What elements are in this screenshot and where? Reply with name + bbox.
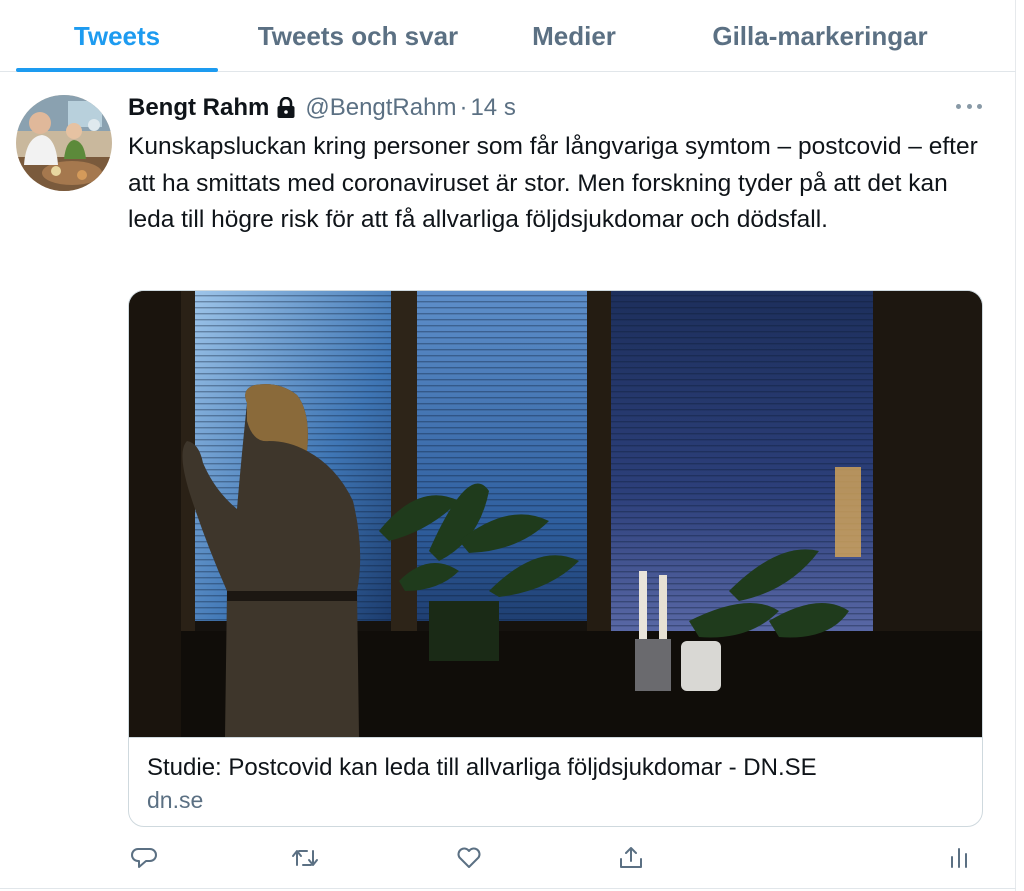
author-handle[interactable]: @BengtRahm — [305, 94, 456, 122]
link-card-image — [129, 291, 982, 737]
meta-separator: · — [459, 94, 468, 121]
share-icon[interactable] — [617, 844, 645, 872]
tweet-header: Bengt Rahm @BengtRahm · 14 s — [128, 91, 516, 125]
link-card-title: Studie: Postcovid kan leda till allvarli… — [147, 754, 817, 781]
analytics-icon[interactable] — [945, 844, 973, 872]
link-card[interactable]: Studie: Postcovid kan leda till allvarli… — [128, 290, 983, 827]
tweet-divider — [0, 888, 1016, 889]
tab-media[interactable]: Medier — [512, 0, 636, 72]
link-card-domain: dn.se — [147, 787, 204, 813]
tweet-timestamp[interactable]: 14 s — [470, 94, 515, 122]
more-horizontal-icon[interactable] — [956, 96, 982, 116]
active-tab-indicator — [16, 68, 218, 72]
reply-icon[interactable] — [130, 844, 158, 872]
like-icon[interactable] — [455, 844, 483, 872]
tweet-text: Kunskapsluckan kring personer som får lå… — [128, 133, 978, 233]
avatar[interactable] — [16, 95, 112, 191]
link-card-meta: Studie: Postcovid kan leda till allvarli… — [129, 737, 982, 826]
tab-likes[interactable]: Gilla-markeringar — [690, 0, 950, 72]
tab-tweets[interactable]: Tweets — [16, 0, 218, 72]
profile-tabs: Tweets Tweets och svar Medier Gilla-mark… — [0, 0, 1016, 72]
profile-timeline: Tweets Tweets och svar Medier Gilla-mark… — [0, 0, 1016, 891]
lock-icon — [276, 97, 296, 119]
author-name[interactable]: Bengt Rahm — [128, 94, 269, 122]
retweet-icon[interactable] — [291, 844, 319, 872]
tab-tweets-and-replies[interactable]: Tweets och svar — [238, 0, 478, 72]
